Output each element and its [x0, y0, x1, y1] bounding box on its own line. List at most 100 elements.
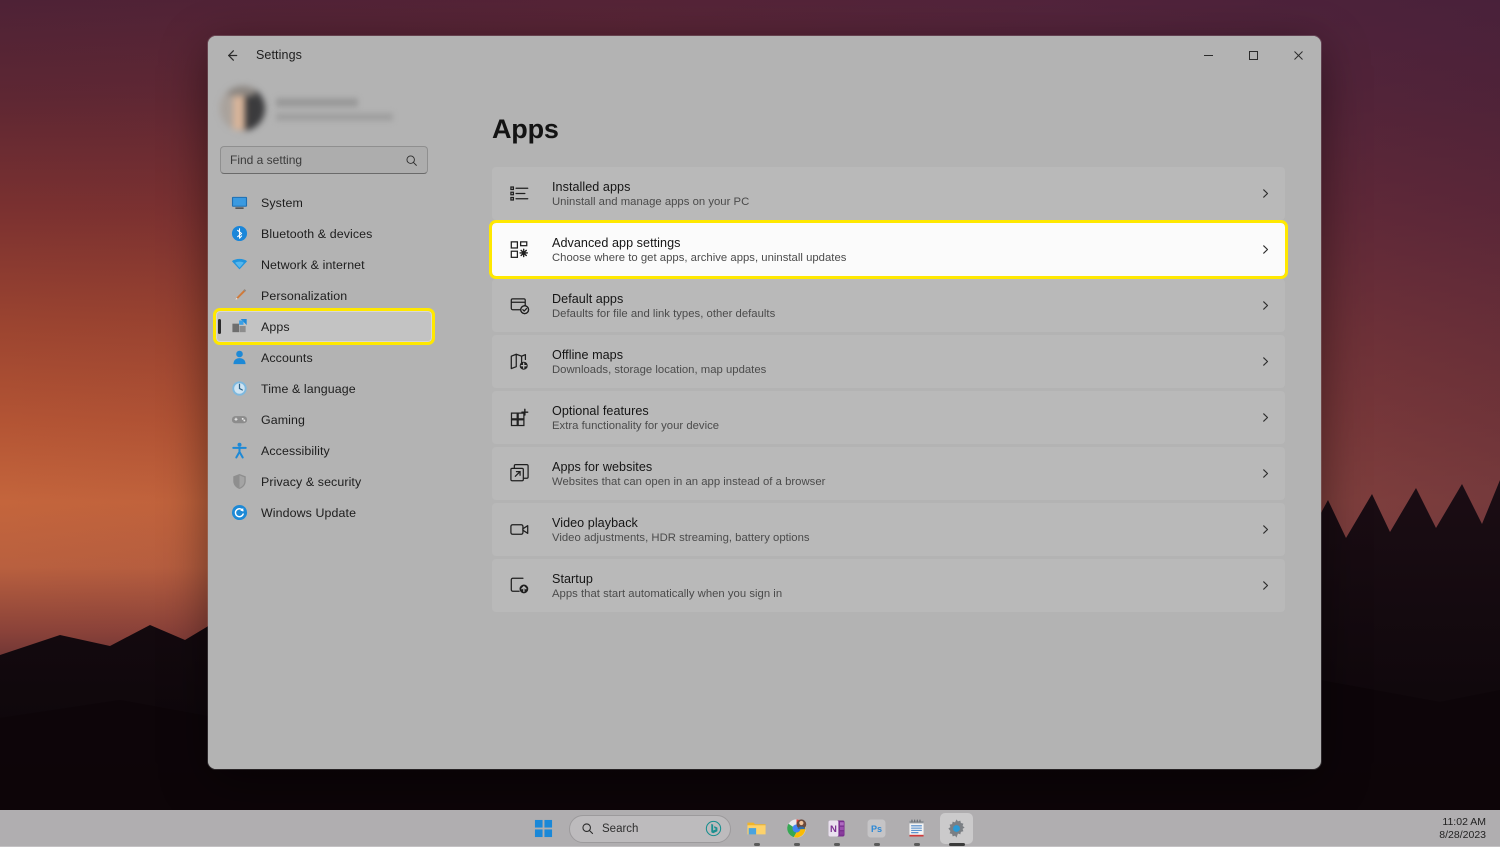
sidebar-item-label: Apps [261, 319, 290, 334]
taskbar-indicator [913, 843, 920, 846]
card-title: Video playback [552, 515, 638, 530]
card-installed-apps[interactable]: Installed apps Uninstall and manage apps… [492, 167, 1285, 220]
card-default-apps[interactable]: Default apps Defaults for file and link … [492, 279, 1285, 332]
file-explorer-icon [747, 822, 766, 835]
taskbar-search-label: Search [602, 822, 639, 835]
minimize-icon [1204, 54, 1213, 56]
notepad-icon [909, 819, 924, 837]
maximize-button[interactable] [1231, 36, 1276, 74]
profile-name [276, 98, 358, 107]
gaming-icon [230, 411, 248, 429]
window-controls [1186, 36, 1321, 74]
onenote-icon: N [828, 820, 845, 837]
clock-date: 8/28/2023 [1439, 829, 1486, 841]
sidebar-item-label: Accessibility [261, 443, 330, 458]
sidebar-item-system[interactable]: System [216, 187, 432, 218]
photoshop-icon: Ps [867, 819, 886, 838]
card-optional-features[interactable]: Optional features Extra functionality fo… [492, 391, 1285, 444]
system-tray-clock[interactable]: 11:02 AM 8/28/2023 [1439, 810, 1486, 847]
card-subtitle: Websites that can open in an app instead… [552, 475, 826, 488]
sidebar-nav: System Bluetooth & devices Network & int… [208, 187, 440, 769]
card-subtitle: Video adjustments, HDR streaming, batter… [552, 531, 810, 544]
svg-text:Ps: Ps [871, 824, 882, 834]
sidebar-item-label: Personalization [261, 288, 348, 303]
optional-features-icon [508, 407, 530, 429]
chevron-right-icon [1250, 524, 1271, 535]
search-icon [581, 822, 594, 835]
card-startup[interactable]: Startup Apps that start automatically wh… [492, 559, 1285, 612]
chevron-right-icon [1250, 412, 1271, 423]
clock-time: 11:02 AM [1442, 816, 1486, 828]
sidebar-item-network-internet[interactable]: Network & internet [216, 249, 432, 280]
card-advanced-app-settings[interactable]: Advanced app settings Choose where to ge… [489, 220, 1288, 279]
card-title: Installed apps [552, 179, 631, 194]
start-icon [534, 819, 553, 838]
card-title: Optional features [552, 403, 649, 418]
sidebar-item-bluetooth-devices[interactable]: Bluetooth & devices [216, 218, 432, 249]
sidebar-item-label: Time & language [261, 381, 356, 396]
search-settings-box[interactable] [220, 146, 428, 174]
close-button[interactable] [1276, 36, 1321, 74]
maximize-icon [1249, 50, 1258, 60]
time-language-icon [230, 380, 248, 398]
search-icon [405, 154, 418, 167]
taskbar-app-onenote[interactable]: N [820, 813, 853, 846]
system-icon [230, 194, 248, 212]
card-title: Apps for websites [552, 459, 653, 474]
sidebar-item-label: Windows Update [261, 505, 357, 520]
chevron-right-icon [1250, 300, 1271, 311]
chevron-right-icon [1250, 244, 1271, 255]
start-button[interactable] [527, 813, 560, 844]
card-offline-maps[interactable]: Offline maps Downloads, storage location… [492, 335, 1285, 388]
back-button[interactable] [214, 40, 248, 70]
bing-chat-icon[interactable] [705, 820, 722, 837]
startup-icon [508, 575, 530, 597]
taskbar-app-photoshop[interactable]: Ps [860, 813, 893, 846]
taskbar-indicator [873, 843, 880, 846]
sidebar: System Bluetooth & devices [208, 74, 440, 769]
minimize-button[interactable] [1186, 36, 1231, 74]
taskbar-app-file-explorer[interactable] [740, 813, 773, 846]
window-title: Settings [256, 48, 302, 62]
taskbar-indicator [948, 843, 965, 846]
taskbar-indicator [753, 843, 760, 846]
card-apps-for-websites[interactable]: Apps for websites Websites that can open… [492, 447, 1285, 500]
card-title: Advanced app settings [552, 235, 681, 250]
close-icon [1294, 50, 1303, 60]
accounts-icon [230, 349, 248, 367]
search-input[interactable] [230, 153, 405, 167]
back-arrow-icon [227, 49, 237, 61]
taskbar-app-google-chrome[interactable] [780, 813, 813, 846]
default-apps-icon [508, 295, 530, 317]
card-title: Startup [552, 571, 593, 586]
chevron-right-icon [1250, 188, 1271, 199]
sidebar-item-time-language[interactable]: Time & language [216, 373, 432, 404]
taskbar-app-settings[interactable] [940, 813, 973, 846]
sidebar-item-label: Bluetooth & devices [261, 226, 373, 241]
gear-icon [948, 819, 965, 838]
taskbar: Search N Ps 11:02 AM 8/28/2023 [0, 810, 1500, 847]
sidebar-item-apps[interactable]: Apps [213, 308, 435, 345]
sidebar-item-privacy-security[interactable]: Privacy & security [216, 466, 432, 497]
sidebar-item-label: Accounts [261, 350, 313, 365]
taskbar-search[interactable]: Search [569, 814, 731, 843]
network-icon [230, 256, 248, 274]
accessibility-icon [230, 442, 248, 460]
sidebar-item-windows-update[interactable]: Windows Update [216, 497, 432, 528]
sidebar-item-gaming[interactable]: Gaming [216, 404, 432, 435]
avatar [220, 86, 265, 131]
settings-window: Settings Find a setting System Bluetooth… [208, 36, 1321, 769]
card-subtitle: Choose where to get apps, archive apps, … [552, 251, 847, 264]
card-subtitle: Defaults for file and link types, other … [552, 307, 776, 320]
card-video-playback[interactable]: Video playback Video adjustments, HDR st… [492, 503, 1285, 556]
sidebar-item-accessibility[interactable]: Accessibility [216, 435, 432, 466]
profile-email [276, 113, 393, 121]
video-playback-icon [508, 519, 530, 541]
apps-icon [230, 318, 248, 336]
taskbar-app-notepad[interactable] [900, 813, 933, 846]
sidebar-item-personalization[interactable]: Personalization [216, 280, 432, 311]
sidebar-item-accounts[interactable]: Accounts [216, 342, 432, 373]
advanced-app-settings-icon [508, 239, 530, 261]
card-subtitle: Apps that start automatically when you s… [552, 587, 783, 600]
user-profile[interactable] [208, 74, 440, 136]
